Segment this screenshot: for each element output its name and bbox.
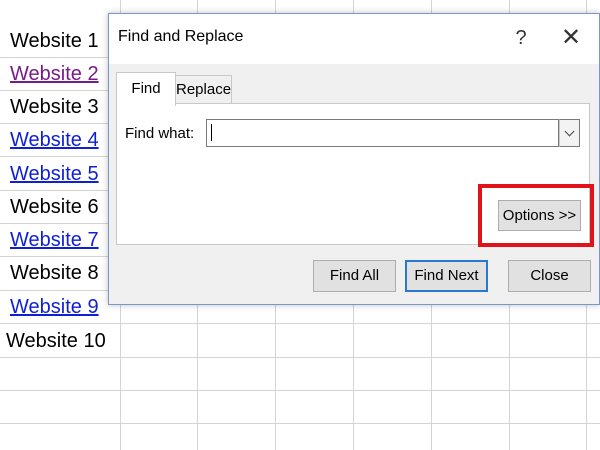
cell-website-9-link[interactable]: Website 9 [0,291,120,324]
find-all-button[interactable]: Find All [313,260,396,292]
cell-website-3[interactable]: Website 3 [0,91,120,124]
find-history-dropdown[interactable] [559,119,580,147]
cell-website-4-link[interactable]: Website 4 [0,124,120,157]
cell-website-6[interactable]: Website 6 [0,191,120,224]
grid-row-line [0,390,600,391]
cell-website-10[interactable]: Website 10 [0,325,140,358]
cell-website-7-link[interactable]: Website 7 [0,224,120,257]
close-icon[interactable]: ✕ [557,24,585,52]
close-button[interactable]: Close [508,260,591,292]
find-replace-dialog: Find and Replace ? ✕ Find Replace Find w… [108,13,600,305]
cell-website-1[interactable]: Website 1 [0,25,120,58]
chevron-down-icon [564,126,575,137]
text-cursor [211,124,212,141]
find-what-input[interactable] [206,119,559,147]
tab-replace[interactable]: Replace [176,75,232,104]
help-icon[interactable]: ? [511,26,531,50]
tab-find[interactable]: Find [116,72,176,106]
find-what-label: Find what: [125,125,195,142]
cell-website-8[interactable]: Website 8 [0,257,120,290]
cell-website-5-link[interactable]: Website 5 [0,158,120,191]
grid-row-line [0,423,600,424]
find-next-button[interactable]: Find Next [405,260,488,292]
options-highlight-box [478,184,594,247]
dialog-title: Find and Replace [118,28,244,45]
dialog-titlebar[interactable]: Find and Replace ? ✕ [109,14,599,64]
cell-website-2-link[interactable]: Website 2 [0,58,120,91]
